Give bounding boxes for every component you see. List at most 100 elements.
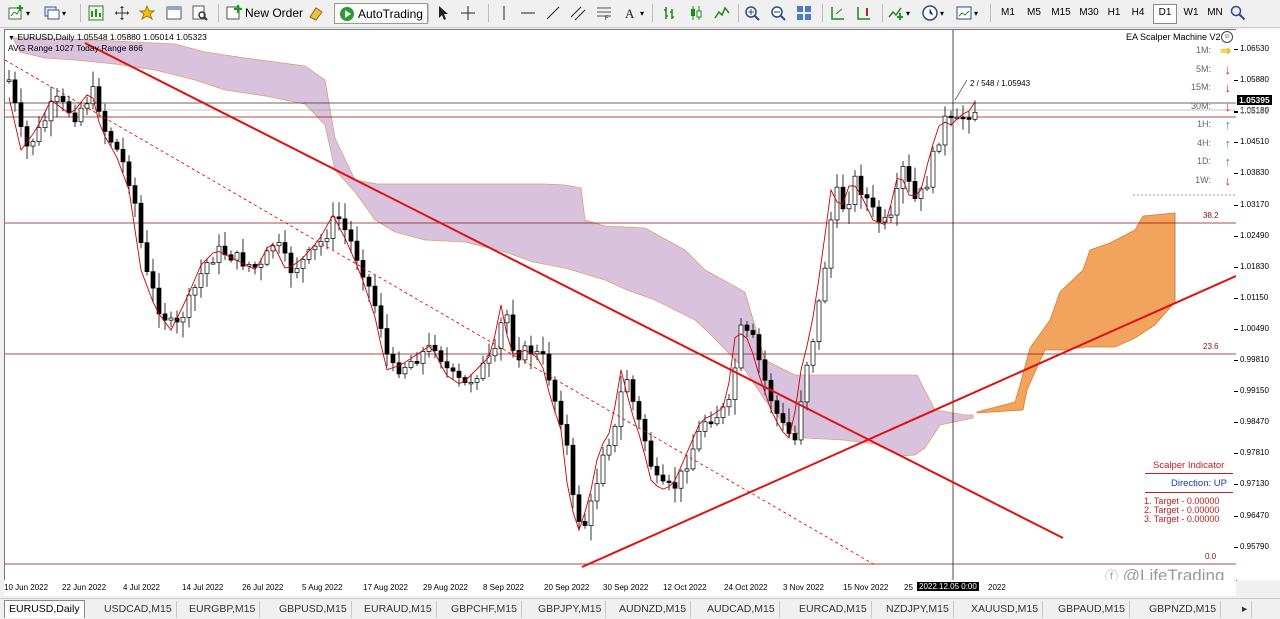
new-order-button[interactable]: New Order xyxy=(226,3,303,23)
trendline-icon xyxy=(546,6,560,20)
bearish-candle xyxy=(636,401,642,420)
periods-button[interactable]: ▾ xyxy=(922,3,944,23)
metaeditor-button[interactable] xyxy=(308,3,324,23)
bearish-candle xyxy=(102,111,108,132)
tab-eurcad-m15[interactable]: EURCAD,M15 xyxy=(795,601,872,618)
collapse-triangle-icon[interactable]: ▼ xyxy=(8,35,15,42)
indicators-button[interactable]: ▾ xyxy=(888,3,910,23)
shapes-tool[interactable]: ▾ xyxy=(640,3,644,23)
tf-m15[interactable]: M15 xyxy=(1048,4,1074,22)
text-tool[interactable]: A xyxy=(622,3,638,23)
horizontal-line-tool[interactable] xyxy=(520,3,536,23)
symbol-ohlc: EURUSD,Daily 1.05548 1.05880 1.05014 1.0… xyxy=(17,32,207,42)
bullish-candle xyxy=(300,259,306,269)
arrow-up-icon: ↑ xyxy=(1224,135,1232,151)
arrow-up-icon: ↑ xyxy=(1224,154,1232,169)
bearish-candle xyxy=(162,313,168,321)
tab-usdcad-m15[interactable]: USDCAD,M15 xyxy=(100,601,177,618)
ea-title: EA Scalper Machine V2 xyxy=(1126,32,1221,42)
bullish-candle xyxy=(42,120,48,128)
toolbar-separator xyxy=(428,4,429,22)
tab-audnzd-m15[interactable]: AUDNZD,M15 xyxy=(615,601,692,618)
trend-row-1d: 1D: ↑ xyxy=(1155,154,1235,170)
time-label: 22 Jun 2022 xyxy=(62,583,107,592)
tf-m30[interactable]: M30 xyxy=(1076,4,1102,22)
crosshair-move-icon xyxy=(115,6,129,20)
tab-gbpusd-m15[interactable]: GBPUSD,M15 xyxy=(275,601,352,618)
tf-m1[interactable]: M1 xyxy=(996,4,1020,22)
terminal-button[interactable] xyxy=(166,3,182,23)
tab-nzdjpy-m15[interactable]: NZDJPY,M15 xyxy=(882,601,954,618)
candlestick-button[interactable] xyxy=(688,3,704,23)
autoscroll-button[interactable] xyxy=(830,3,846,23)
search-icon xyxy=(1230,5,1246,21)
navigator-button[interactable] xyxy=(139,3,155,23)
cursor-tool[interactable] xyxy=(435,3,451,23)
autotrading-button[interactable]: AutoTrading xyxy=(334,3,428,24)
toolbar-separator xyxy=(822,4,823,22)
bullish-candle xyxy=(216,245,222,263)
bullish-candle xyxy=(90,86,96,105)
bullish-candle xyxy=(78,107,84,123)
tab-eurgbp-m15[interactable]: EURGBP,M15 xyxy=(185,601,261,618)
trendline-tool[interactable] xyxy=(545,3,561,23)
new-order-label: New Order xyxy=(245,6,304,20)
bearish-candle xyxy=(60,95,66,102)
fibonacci-tool[interactable]: F xyxy=(596,3,612,23)
zoom-out-button[interactable] xyxy=(770,3,786,23)
bullish-candle xyxy=(942,115,948,146)
time-label: 2022 xyxy=(988,583,1006,592)
tf-m5[interactable]: M5 xyxy=(1022,4,1046,22)
bearish-candle xyxy=(666,480,672,483)
bullish-candle xyxy=(264,250,270,265)
tab-xauusd-m15[interactable]: XAUUSD,M15 xyxy=(967,601,1044,618)
tile-windows-button[interactable] xyxy=(796,3,812,23)
zoom-in-button[interactable] xyxy=(744,3,760,23)
time-axis[interactable]: 10 Jun 2022 22 Jun 2022 4 Jul 2022 14 Jul 2… xyxy=(4,580,1236,596)
tab-eurusd-daily[interactable]: EURUSD,Daily xyxy=(4,600,85,618)
uptrend-line xyxy=(581,275,1236,568)
tabs-scroll-right-icon[interactable]: ▸ xyxy=(1238,601,1253,618)
bullish-candle xyxy=(852,175,858,205)
line-chart-button[interactable] xyxy=(714,3,730,23)
price-scale[interactable]: 1.06530 1.05880 1.05180 1.04510 1.03830 1.031… xyxy=(1233,29,1280,580)
new-chart-button[interactable]: ▾ xyxy=(8,3,30,23)
terminal-icon xyxy=(166,6,182,20)
bearish-candle xyxy=(120,148,126,163)
bearish-candle xyxy=(288,252,294,274)
market-watch-button[interactable] xyxy=(88,3,104,23)
bullish-candle xyxy=(48,101,54,122)
vertical-line-tool[interactable] xyxy=(496,3,512,23)
bullish-candle xyxy=(210,262,216,265)
metaeditor-icon xyxy=(309,7,323,21)
tf-h4[interactable]: H4 xyxy=(1127,4,1149,22)
tf-h1[interactable]: H1 xyxy=(1103,4,1125,22)
tab-gbpaud-m15[interactable]: GBPAUD,M15 xyxy=(1054,601,1130,618)
bullish-candle xyxy=(810,341,816,366)
tf-w1[interactable]: W1 xyxy=(1180,4,1202,22)
strategy-tester-button[interactable] xyxy=(192,3,208,23)
tab-audcad-m15[interactable]: AUDCAD,M15 xyxy=(703,601,780,618)
bearish-candle xyxy=(114,141,120,150)
crosshair-tool[interactable] xyxy=(460,3,476,23)
bearish-candle xyxy=(744,324,750,331)
tf-mn[interactable]: MN xyxy=(1204,4,1226,22)
data-window-button[interactable] xyxy=(114,3,130,23)
toolbar-separator xyxy=(990,4,991,22)
channel-tool[interactable] xyxy=(570,3,586,23)
chart-canvas[interactable]: ▼ EURUSD,Daily 1.05548 1.05880 1.05014 1… xyxy=(4,29,1237,581)
search-button[interactable] xyxy=(1230,3,1246,23)
arrow-down-icon: ↓ xyxy=(1224,172,1232,188)
toolbar-separator xyxy=(882,4,883,22)
tab-gbpjpy-m15[interactable]: GBPJPY,M15 xyxy=(534,601,607,618)
chart-shift-button[interactable] xyxy=(856,3,872,23)
bar-chart-button[interactable] xyxy=(662,3,678,23)
arrow-down-icon: ↓ xyxy=(1224,80,1232,95)
profiles-button[interactable]: ▾ xyxy=(44,3,66,23)
tab-gbpchf-m15[interactable]: GBPCHF,M15 xyxy=(447,601,522,618)
tab-euraud-m15[interactable]: EURAUD,M15 xyxy=(360,601,437,618)
templates-button[interactable]: ▾ xyxy=(956,3,978,23)
tf-d1[interactable]: D1 xyxy=(1153,4,1177,24)
bearish-candle xyxy=(780,413,786,423)
tab-gbpnzd-m15[interactable]: GBPNZD,M15 xyxy=(1145,601,1222,618)
